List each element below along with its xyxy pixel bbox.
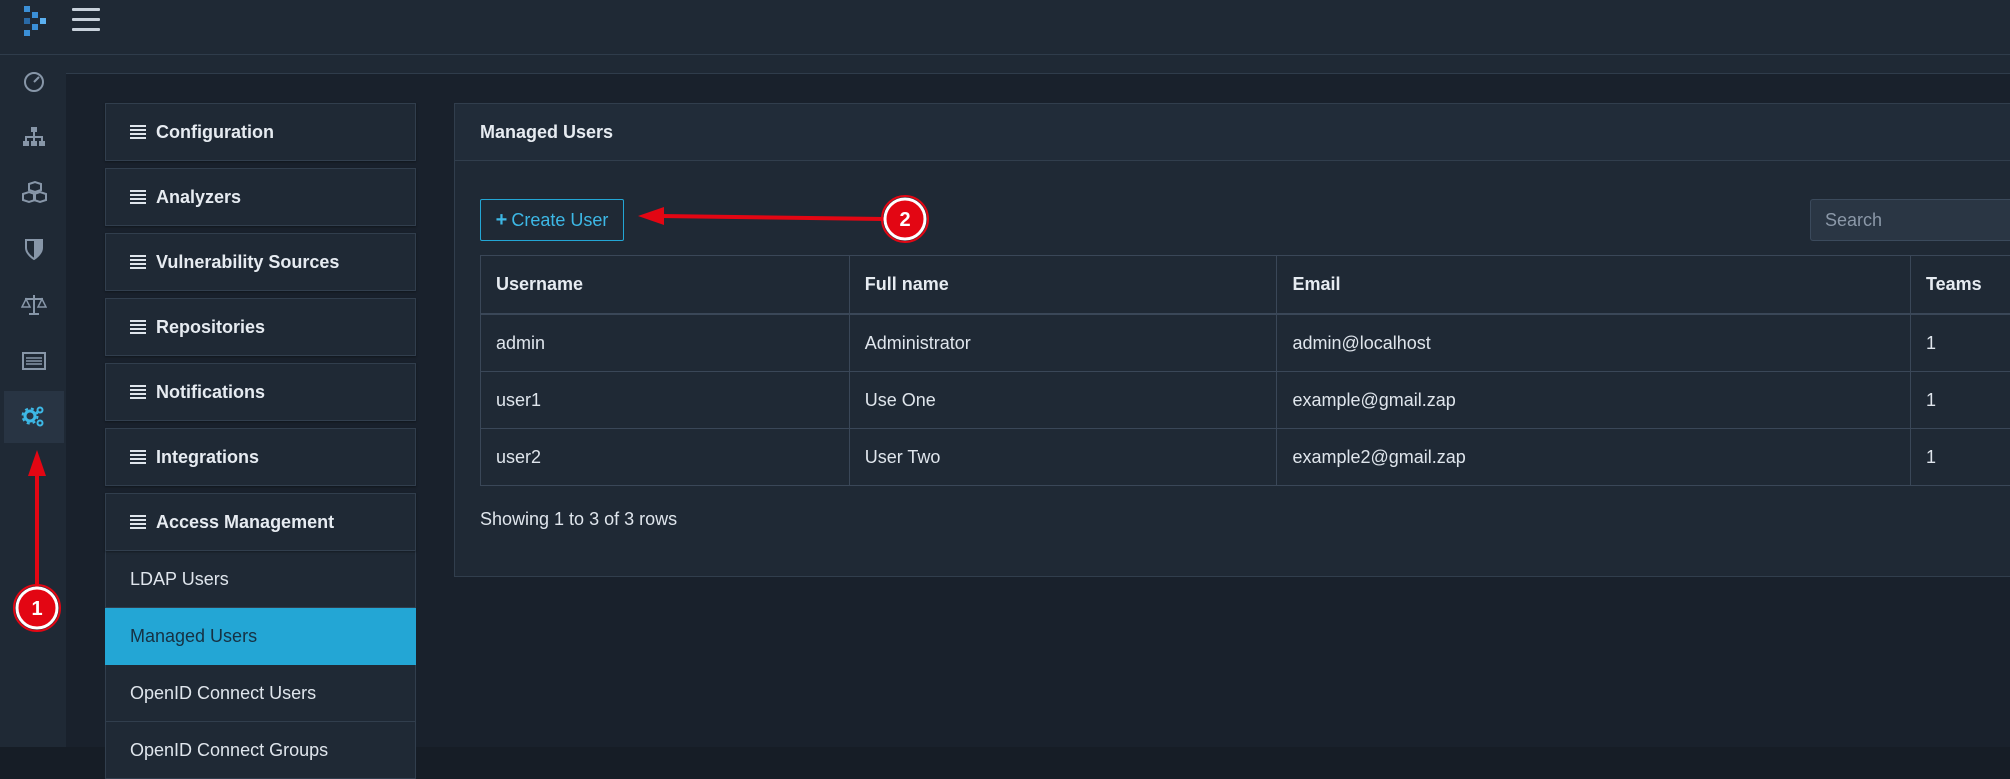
annotation-marker-1-label: 1 [31, 598, 42, 620]
annotation-arrowhead-1 [28, 450, 46, 476]
annotation-marker-2: 2 [882, 196, 928, 242]
annotation-marker-2-label: 2 [899, 209, 910, 231]
annotation-overlay: 1 2 [0, 0, 2010, 747]
annotation-marker-1: 1 [14, 585, 60, 631]
annotation-arrowhead-2 [638, 207, 664, 225]
annotation-arrow-2 [660, 216, 884, 219]
